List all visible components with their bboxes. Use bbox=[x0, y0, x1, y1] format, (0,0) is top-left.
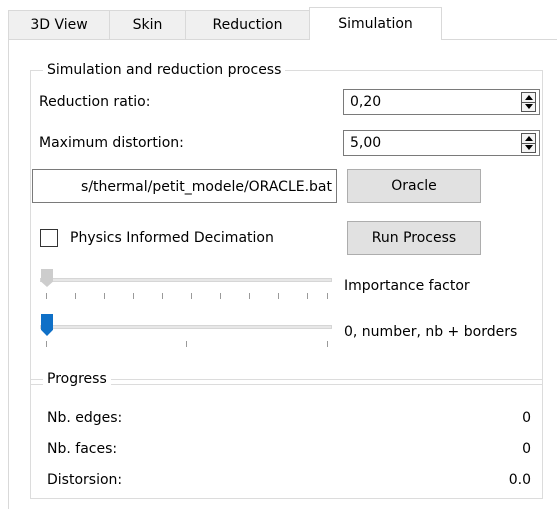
reduction-ratio-stepper[interactable] bbox=[521, 92, 536, 112]
nb-faces-label: Nb. faces: bbox=[47, 441, 118, 457]
slider-tick bbox=[307, 293, 308, 299]
run-process-button[interactable]: Run Process bbox=[347, 221, 481, 255]
chevron-down-icon[interactable] bbox=[522, 143, 535, 152]
slider-tick bbox=[191, 293, 192, 299]
slider-tick bbox=[186, 341, 187, 347]
maximum-distortion-value: 5,00 bbox=[350, 135, 382, 151]
progress-group-title: Progress bbox=[43, 369, 111, 389]
reduction-ratio-label: Reduction ratio: bbox=[39, 94, 151, 110]
slider-tick bbox=[46, 341, 47, 347]
slider-tick bbox=[249, 293, 250, 299]
slider-tick bbox=[327, 341, 328, 347]
slider-tick bbox=[327, 293, 328, 299]
distorsion-label: Distorsion: bbox=[47, 472, 123, 488]
reduction-ratio-spinbox[interactable]: 0,20 bbox=[343, 89, 540, 115]
oracle-path-input[interactable]: s/thermal/petit_modele/ORACLE.bat bbox=[32, 169, 337, 203]
maximum-distortion-spinbox[interactable]: 5,00 bbox=[343, 130, 540, 156]
borders-slider-track[interactable] bbox=[40, 325, 332, 329]
maximum-distortion-stepper[interactable] bbox=[521, 133, 536, 153]
slider-tick bbox=[75, 293, 76, 299]
oracle-path-value: s/thermal/petit_modele/ORACLE.bat bbox=[81, 179, 332, 195]
slider-tick bbox=[278, 293, 279, 299]
physics-informed-decimation-checkbox[interactable] bbox=[40, 229, 58, 247]
physics-informed-decimation-label[interactable]: Physics Informed Decimation bbox=[70, 228, 274, 248]
importance-slider-track[interactable] bbox=[40, 278, 332, 282]
slider-tick bbox=[104, 293, 105, 299]
tab-bar: 3D View Skin Reduction Simulation bbox=[8, 7, 558, 40]
maximum-distortion-label: Maximum distortion: bbox=[39, 135, 184, 151]
tab-skin[interactable]: Skin bbox=[109, 10, 186, 39]
slider-tick bbox=[220, 293, 221, 299]
slider-tick bbox=[133, 293, 134, 299]
tab-simulation[interactable]: Simulation bbox=[309, 7, 442, 40]
tab-reduction[interactable]: Reduction bbox=[185, 10, 310, 39]
importance-factor-label: Importance factor bbox=[344, 278, 470, 294]
simulation-pane: Simulation and reduction process Reducti… bbox=[8, 39, 557, 509]
oracle-button[interactable]: Oracle bbox=[347, 169, 481, 203]
nb-faces-value: 0 bbox=[522, 441, 531, 457]
slider-tick bbox=[162, 293, 163, 299]
slider-tick bbox=[46, 293, 47, 299]
reduction-ratio-value: 0,20 bbox=[350, 94, 382, 110]
borders-slider-label: 0, number, nb + borders bbox=[344, 324, 518, 340]
nb-edges-value: 0 bbox=[522, 410, 531, 426]
simulation-group-title: Simulation and reduction process bbox=[43, 60, 286, 80]
tab-3d-view[interactable]: 3D View bbox=[8, 10, 110, 39]
distorsion-value: 0.0 bbox=[508, 472, 531, 488]
nb-edges-label: Nb. edges: bbox=[47, 410, 123, 426]
chevron-down-icon[interactable] bbox=[522, 102, 535, 111]
